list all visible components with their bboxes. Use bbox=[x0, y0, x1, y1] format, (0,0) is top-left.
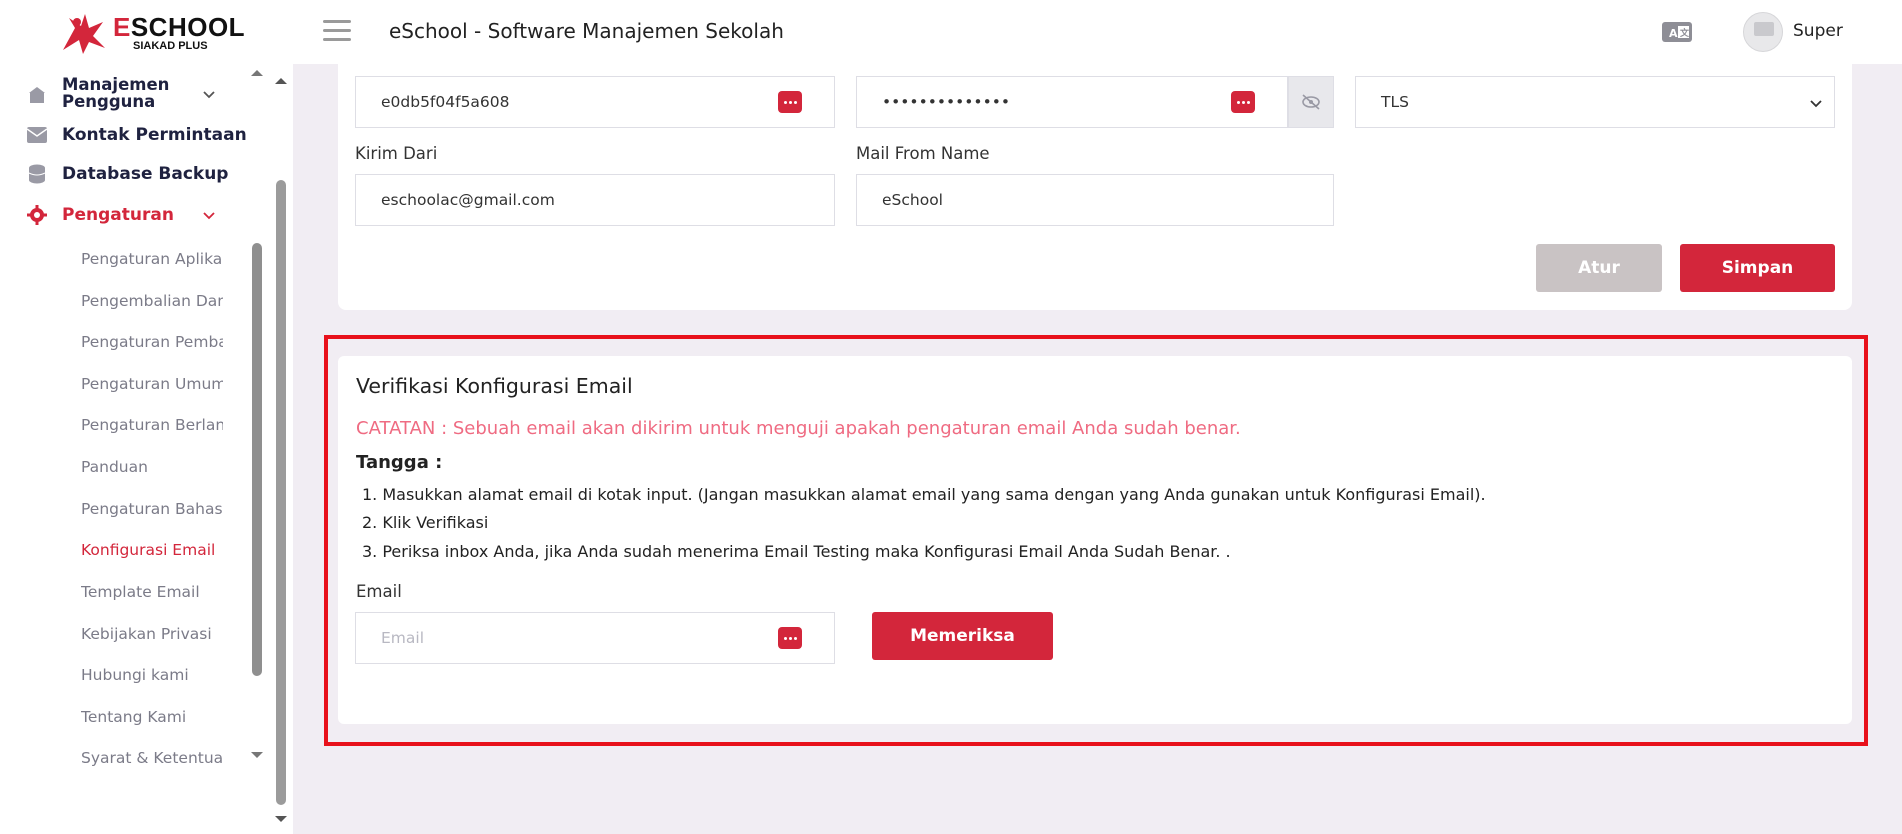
database-icon bbox=[26, 163, 48, 185]
scroll-down-arrow-icon[interactable] bbox=[274, 814, 288, 824]
hamburger-icon bbox=[323, 20, 351, 23]
smtp-username-field[interactable] bbox=[355, 76, 835, 128]
smtp-settings-card: TLS Kirim Dari Mail From Name Atur Simpa… bbox=[338, 64, 1852, 310]
password-manager-icon[interactable] bbox=[1231, 91, 1255, 113]
sidebar-subitem[interactable]: Pengaturan Pembayaran bbox=[81, 333, 223, 351]
sidebar-subitem[interactable]: Pengaturan Berlangganan bbox=[81, 416, 223, 434]
sidebar: Manajemen Pengguna Kontak Permintaan Dat… bbox=[0, 64, 293, 834]
from-name-field[interactable] bbox=[856, 174, 1334, 226]
sidebar-subitem[interactable]: Panduan bbox=[81, 458, 223, 476]
smtp-encryption-select[interactable]: TLS bbox=[1355, 76, 1835, 128]
logo-subtitle: SIAKAD PLUS bbox=[133, 40, 208, 52]
sidebar-item-kontak-permintaan[interactable]: Kontak Permintaan bbox=[26, 120, 247, 150]
sidebar-subitem[interactable]: Pengaturan Aplikasi bbox=[81, 250, 223, 268]
sidebar-subitem[interactable]: Template Email bbox=[81, 583, 223, 601]
from-email-input[interactable] bbox=[381, 191, 834, 209]
users-icon bbox=[26, 84, 48, 106]
from-name-input[interactable] bbox=[882, 191, 1333, 209]
from-name-label: Mail From Name bbox=[856, 144, 990, 163]
sidebar-inner-scrollbar[interactable] bbox=[252, 243, 262, 676]
toggle-password-visibility-button[interactable] bbox=[1288, 76, 1334, 128]
sidebar-item-label: Pengaturan bbox=[62, 205, 174, 225]
sidebar-item-label: Kontak Permintaan bbox=[62, 125, 247, 145]
sidebar-item-label: Database Backup bbox=[62, 164, 229, 184]
sidebar-scrollbar[interactable] bbox=[276, 180, 286, 805]
sidebar-subitem[interactable]: Pengaturan Bahasa bbox=[81, 500, 223, 518]
svg-text:文: 文 bbox=[1679, 27, 1690, 39]
sidebar-subitem[interactable]: Pengembalian Dana bbox=[81, 292, 223, 310]
chevron-down-icon[interactable] bbox=[203, 209, 215, 221]
smtp-password-input[interactable] bbox=[882, 93, 1287, 111]
svg-text:A: A bbox=[1669, 27, 1678, 40]
sidebar-subitem[interactable]: Tentang Kami bbox=[81, 708, 223, 726]
sidebar-item-database-backup[interactable]: Database Backup bbox=[26, 159, 228, 189]
eye-slash-icon bbox=[1302, 94, 1320, 110]
sidebar-subitem[interactable]: Pengaturan Umum bbox=[81, 375, 223, 393]
highlight-frame bbox=[324, 335, 1868, 746]
user-avatar[interactable] bbox=[1743, 12, 1783, 52]
scroll-up-arrow-icon[interactable] bbox=[250, 68, 264, 78]
logo-mark-icon bbox=[63, 14, 105, 54]
sidebar-subitem-konfigurasi-email[interactable]: Konfigurasi Email bbox=[81, 541, 223, 559]
reset-button[interactable]: Atur bbox=[1536, 244, 1662, 292]
from-label: Kirim Dari bbox=[355, 144, 438, 163]
sidebar-item-pengaturan[interactable]: Pengaturan bbox=[26, 200, 174, 230]
app-title: eSchool - Software Manajemen Sekolah bbox=[389, 19, 784, 43]
language-icon[interactable]: A 文 bbox=[1662, 22, 1692, 42]
logo-text: ESCHOOL bbox=[113, 12, 246, 42]
sidebar-subitem[interactable]: Kebijakan Privasi bbox=[81, 625, 223, 643]
chevron-down-icon bbox=[1810, 100, 1822, 108]
from-email-field[interactable] bbox=[355, 174, 835, 226]
scroll-down-arrow-icon[interactable] bbox=[250, 750, 264, 760]
encryption-value: TLS bbox=[1381, 93, 1409, 111]
chevron-down-icon[interactable] bbox=[203, 88, 215, 100]
scroll-up-arrow-icon[interactable] bbox=[274, 76, 288, 86]
sidebar-item-label: Manajemen Pengguna bbox=[62, 75, 170, 111]
envelope-icon bbox=[26, 124, 48, 146]
sidebar-item-manajemen-pengguna[interactable]: Manajemen Pengguna bbox=[26, 76, 172, 116]
smtp-password-field[interactable] bbox=[856, 76, 1288, 128]
gear-icon bbox=[26, 204, 48, 226]
menu-toggle-button[interactable] bbox=[323, 20, 351, 42]
password-manager-icon[interactable] bbox=[778, 91, 802, 113]
sidebar-subitem[interactable]: Syarat & Ketentuan bbox=[81, 749, 223, 767]
smtp-username-input[interactable] bbox=[381, 93, 834, 111]
user-name[interactable]: Super bbox=[1793, 21, 1843, 41]
eschool-logo[interactable]: ESCHOOL SIAKAD PLUS bbox=[55, 10, 265, 56]
top-header: ESCHOOL SIAKAD PLUS eSchool - Software M… bbox=[0, 0, 1902, 64]
save-button[interactable]: Simpan bbox=[1680, 244, 1835, 292]
sidebar-subitem[interactable]: Hubungi kami bbox=[81, 666, 223, 684]
